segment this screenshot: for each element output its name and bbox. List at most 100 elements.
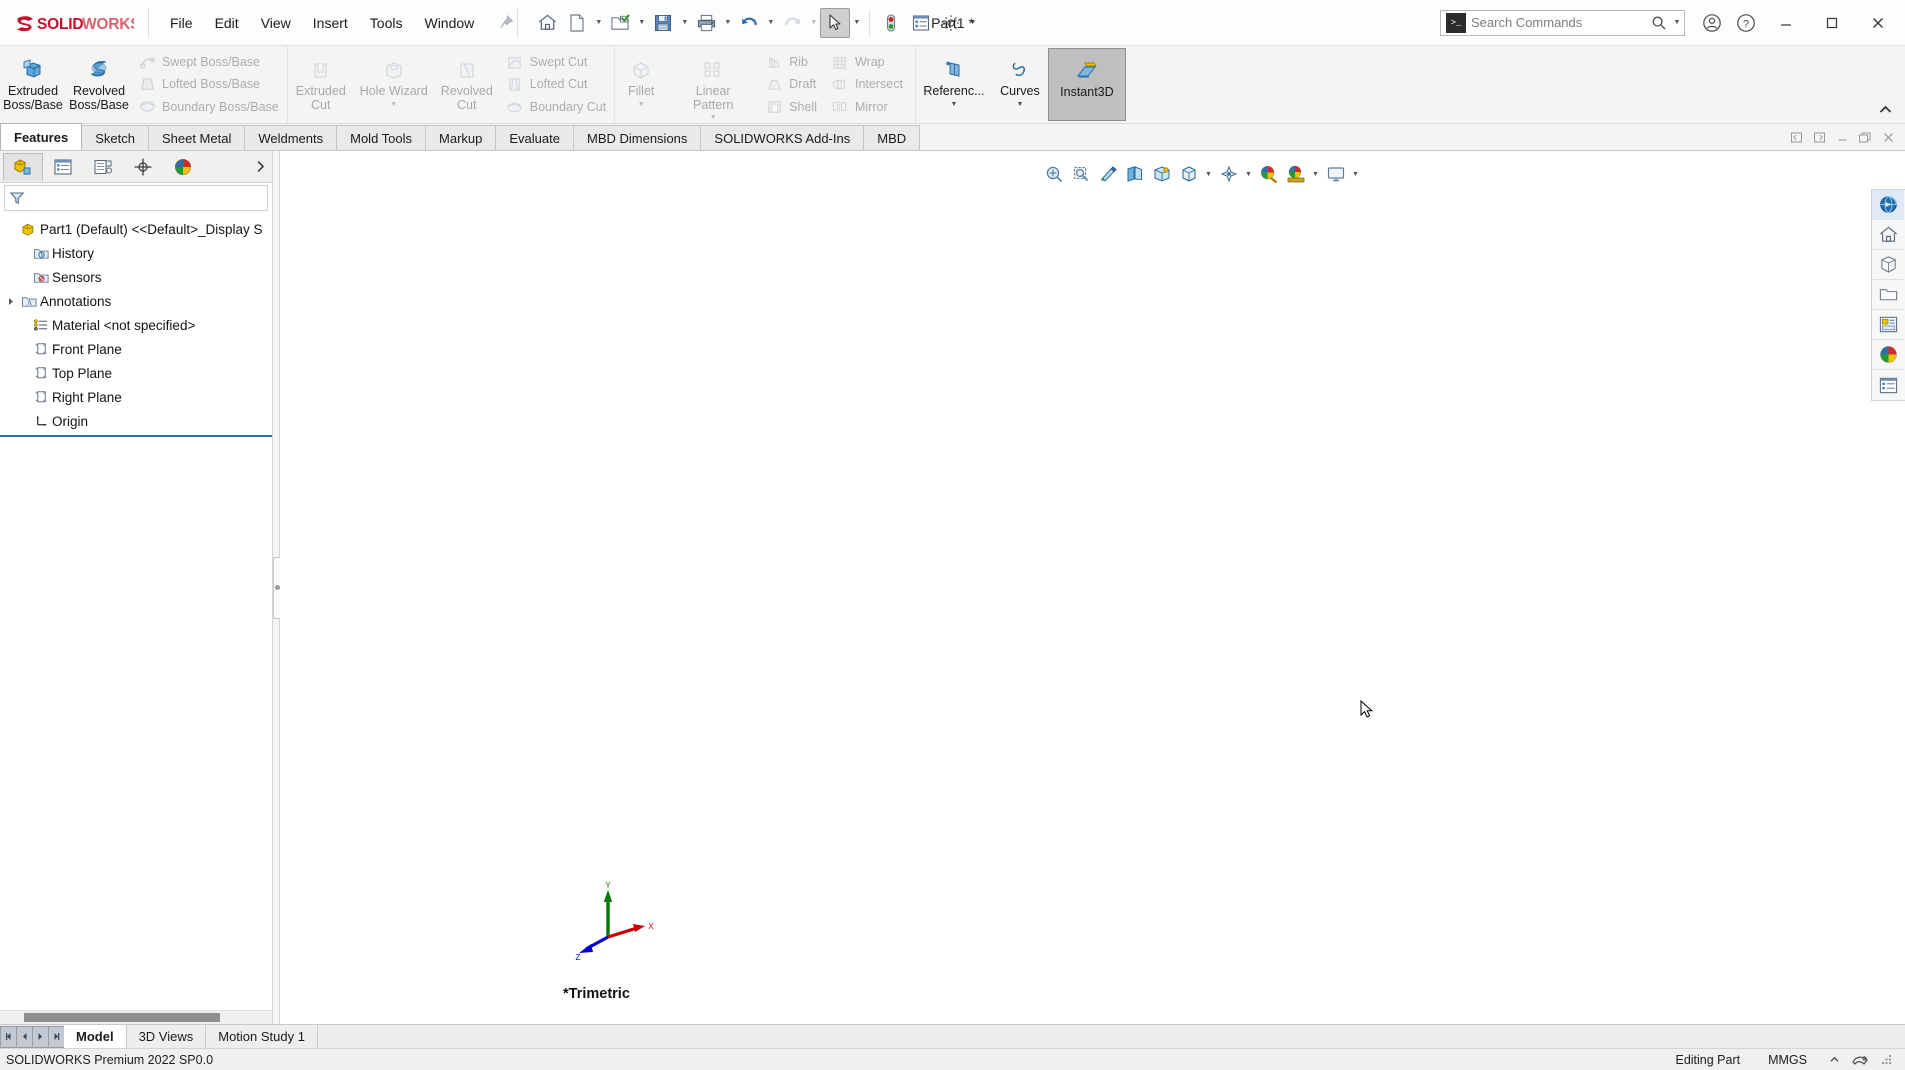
search-icon[interactable] (1648, 15, 1670, 31)
redo-caret[interactable]: ▼ (807, 8, 820, 38)
last-tab-button[interactable] (48, 1025, 65, 1048)
open-document-button[interactable] (605, 8, 635, 38)
configuration-manager-tab[interactable] (83, 153, 123, 181)
dimxpert-manager-tab[interactable] (123, 153, 163, 181)
revolved-cut-button[interactable]: Revolved Cut (434, 48, 500, 121)
feature-tree-filter-input[interactable] (25, 191, 267, 205)
maximize-icon[interactable] (1809, 1, 1855, 45)
edit-appearance-button[interactable] (1256, 161, 1282, 187)
tab-evaluate[interactable]: Evaluate (495, 125, 574, 150)
print-caret[interactable]: ▼ (721, 8, 734, 38)
select-caret[interactable]: ▼ (850, 8, 863, 38)
lofted-cut-button[interactable]: Lofted Cut (502, 73, 612, 95)
save-caret[interactable]: ▼ (678, 8, 691, 38)
menu-tools[interactable]: Tools (359, 11, 414, 35)
tree-twisty-annotations[interactable] (4, 297, 18, 306)
close-doc-icon[interactable] (1877, 126, 1899, 148)
rib-button[interactable]: Rib (761, 51, 823, 73)
chevron-up-icon[interactable] (1873, 99, 1897, 119)
status-units[interactable]: MMGS (1754, 1053, 1821, 1067)
display-style-button[interactable] (1176, 161, 1202, 187)
tab-markup[interactable]: Markup (425, 125, 497, 150)
tree-node-history[interactable]: History (0, 241, 272, 265)
tab-solidworks-add-ins[interactable]: SOLIDWORKS Add-Ins (700, 125, 865, 150)
hole-wizard-button[interactable]: Hole Wizard ▼ (354, 48, 434, 121)
doc-tab-3d-views[interactable]: 3D Views (127, 1025, 207, 1048)
menu-edit[interactable]: Edit (204, 11, 250, 35)
restore-doc-icon[interactable] (1854, 126, 1876, 148)
restore-left-icon[interactable] (1785, 126, 1807, 148)
tree-node-annotations[interactable]: A Annotations (0, 289, 272, 313)
feature-manager-design-tree-tab[interactable] (3, 152, 43, 181)
view-orientation-button[interactable] (1149, 161, 1175, 187)
tab-mbd-dimensions[interactable]: MBD Dimensions (572, 125, 702, 150)
linear-pattern-button[interactable]: Linear Pattern ▼ (667, 48, 759, 121)
tree-node-right-plane[interactable]: Right Plane (0, 385, 272, 409)
print-button[interactable] (691, 8, 721, 38)
minimize-icon[interactable] (1763, 1, 1809, 45)
lofted-boss-base-button[interactable]: Lofted Boss/Base (134, 73, 285, 95)
new-document-caret[interactable]: ▼ (592, 8, 605, 38)
curves-button[interactable]: Curves ▼ (992, 48, 1048, 121)
revolved-boss-base-button[interactable]: Revolved Boss/Base (66, 48, 132, 121)
home-button[interactable] (532, 8, 562, 38)
previous-view-button[interactable] (1095, 161, 1121, 187)
next-tab-button[interactable] (32, 1025, 49, 1048)
appearances-scenes-icon[interactable] (1872, 310, 1904, 340)
rebuild-button[interactable] (876, 8, 906, 38)
solidworks-resources-button[interactable] (1872, 190, 1904, 220)
section-view-button[interactable] (1122, 161, 1148, 187)
tangent-edges-icon[interactable] (1847, 1052, 1873, 1068)
menu-file[interactable]: File (159, 11, 204, 35)
apply-scene-caret[interactable]: ▼ (1310, 161, 1322, 187)
hide-show-items-caret[interactable]: ▼ (1243, 161, 1255, 187)
tree-node-material[interactable]: Material <not specified> (0, 313, 272, 337)
linear-pattern-caret[interactable]: ▼ (710, 114, 717, 121)
zoom-to-area-button[interactable] (1068, 161, 1094, 187)
menu-window[interactable]: Window (413, 11, 485, 35)
tree-node-front-plane[interactable]: Front Plane (0, 337, 272, 361)
feature-tree-scroll-thumb[interactable] (24, 1013, 220, 1022)
gear-icon[interactable] (936, 8, 966, 38)
feature-tree-filter[interactable] (4, 185, 268, 211)
close-icon[interactable] (1855, 1, 1901, 45)
solidworks-logo[interactable]: SOLID WORKS (0, 0, 148, 45)
curves-caret[interactable]: ▼ (1016, 101, 1023, 108)
wrap-button[interactable]: Wrap (827, 51, 909, 73)
shell-button[interactable]: Shell (761, 96, 823, 118)
tree-node-part1[interactable]: Part1 (Default) <<Default>_Display S (0, 217, 272, 241)
tab-sheet-metal[interactable]: Sheet Metal (147, 125, 246, 150)
file-explorer-box-icon[interactable] (1872, 250, 1904, 280)
select-button[interactable] (820, 7, 851, 38)
instant3d-button[interactable]: Instant3D (1047, 48, 1126, 121)
boundary-boss-base-button[interactable]: Boundary Boss/Base (134, 96, 285, 118)
tab-sketch[interactable]: Sketch (81, 125, 149, 150)
view-settings-button[interactable] (1323, 161, 1349, 187)
tab-mold-tools[interactable]: Mold Tools (336, 125, 427, 150)
fillet-button[interactable]: Fillet ▼ (615, 48, 667, 121)
hole-wizard-caret[interactable]: ▼ (390, 101, 397, 108)
extruded-boss-base-button[interactable]: Extruded Boss/Base (0, 48, 66, 121)
doc-tab-model[interactable]: Model (64, 1025, 127, 1048)
draft-button[interactable]: Draft (761, 73, 823, 95)
help-question-icon[interactable]: ? (1729, 6, 1763, 40)
extruded-cut-button[interactable]: Extruded Cut (288, 48, 354, 121)
doc-tab-motion-study-1[interactable]: Motion Study 1 (206, 1025, 318, 1048)
units-chevron-up-icon[interactable] (1821, 1056, 1847, 1063)
view-palette-folder-icon[interactable] (1872, 280, 1904, 310)
new-document-button[interactable] (562, 8, 592, 38)
graphics-viewport[interactable]: ▼ ▼ ▼ ▼ Y X Z *Trimetric (280, 151, 1905, 1024)
property-manager-tab[interactable] (43, 153, 83, 181)
panel-splitter[interactable] (272, 151, 281, 1024)
tree-node-origin[interactable]: Origin (0, 409, 272, 433)
apply-scene-button[interactable] (1283, 161, 1309, 187)
open-document-caret[interactable]: ▼ (635, 8, 648, 38)
display-manager-tab[interactable] (163, 153, 203, 181)
options-caret[interactable]: ▼ (966, 8, 979, 38)
minimize-doc-icon[interactable] (1831, 126, 1853, 148)
restore-right-icon[interactable] (1808, 126, 1830, 148)
chevron-right-icon[interactable] (248, 153, 272, 181)
reference-geometry-button[interactable]: Referenc... ▼ (916, 48, 992, 121)
hide-show-items-button[interactable] (1216, 161, 1242, 187)
tab-weldments[interactable]: Weldments (244, 125, 338, 150)
